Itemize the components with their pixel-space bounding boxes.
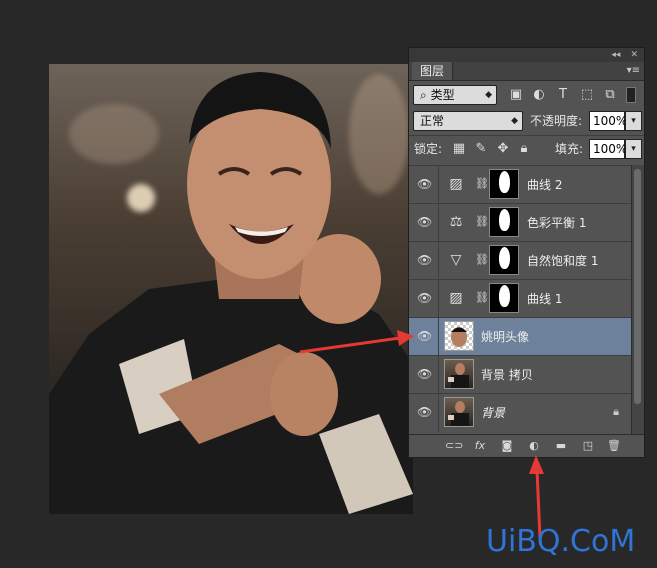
fill-label: 填充:: [555, 142, 584, 156]
link-icon[interactable]: ⛓︎: [475, 214, 489, 230]
layer-row[interactable]: 👁︎ ▨ ⛓︎ 曲线 1: [409, 279, 634, 318]
layers-list: 👁︎ ▨ ⛓︎ 曲线 2 👁︎ ⚖︎ ⛓︎ 色彩平衡 1 👁︎ ▽ ⛓︎ 自然饱…: [409, 165, 634, 435]
scrollbar-thumb[interactable]: [634, 169, 641, 404]
fill-dropdown-button[interactable]: ▾: [625, 139, 642, 159]
layer-row[interactable]: 👁︎ 背景 拷贝: [409, 355, 634, 394]
chevron-updown-icon: ◆: [511, 116, 518, 126]
filter-row: ⌕ 类型 ◆ ▣ ◐ T ⬚ ⧉: [409, 82, 644, 106]
link-icon[interactable]: ⛓︎: [475, 176, 489, 192]
eye-icon[interactable]: 👁︎: [417, 405, 432, 419]
photo-canvas: [49, 64, 413, 514]
layer-row-selected[interactable]: 👁︎ 姚明头像: [409, 317, 634, 356]
layer-mask-thumbnail[interactable]: [489, 283, 519, 313]
link-icon[interactable]: ⛓︎: [475, 290, 489, 306]
divider: [438, 356, 439, 394]
panel-menu-icon[interactable]: ▾≡: [627, 65, 640, 76]
chevron-updown-icon: ◆: [485, 90, 492, 100]
filter-kind-value: 类型: [430, 88, 455, 102]
balance-icon: ⚖︎: [449, 214, 463, 230]
divider: [438, 166, 439, 204]
lock-label: 锁定:: [414, 142, 443, 156]
fill-input[interactable]: 100%: [589, 139, 627, 159]
layer-name[interactable]: 曲线 2: [527, 166, 562, 204]
layer-mask-thumbnail[interactable]: [489, 245, 519, 275]
lock-all-icon[interactable]: 🔒︎: [516, 141, 532, 157]
fx-icon[interactable]: fx: [472, 438, 488, 454]
layer-name[interactable]: 色彩平衡 1: [527, 204, 586, 242]
divider: [438, 318, 439, 356]
add-mask-icon[interactable]: ◙: [499, 438, 515, 454]
layer-mask-thumbnail[interactable]: [489, 169, 519, 199]
tab-layers[interactable]: 图层: [412, 62, 454, 80]
opacity-label: 不透明度:: [530, 114, 583, 128]
divider: [438, 394, 439, 432]
eye-icon[interactable]: 👁︎: [417, 215, 432, 229]
link-icon[interactable]: ⛓︎: [475, 252, 489, 268]
divider: [438, 242, 439, 280]
portrait-figure: [49, 72, 413, 514]
search-icon: ⌕: [420, 88, 427, 102]
blend-row: 正常 ◆ 不透明度: 100% ▾: [409, 108, 644, 132]
eye-icon[interactable]: 👁︎: [417, 329, 432, 343]
filter-toggle-switch[interactable]: [626, 87, 636, 103]
new-layer-icon[interactable]: ◳: [580, 438, 596, 454]
layers-scrollbar[interactable]: [631, 165, 644, 435]
collapse-icon[interactable]: ◂◂: [611, 50, 620, 60]
layer-thumbnail[interactable]: [444, 359, 474, 389]
layer-thumbnail[interactable]: [444, 321, 474, 351]
lock-position-icon[interactable]: ✥: [495, 141, 511, 157]
new-group-icon[interactable]: ▬: [553, 438, 569, 454]
lock-transparent-icon[interactable]: ▦: [451, 141, 467, 157]
eye-icon[interactable]: 👁︎: [417, 177, 432, 191]
opacity-input[interactable]: 100%: [589, 111, 627, 131]
blend-mode-value: 正常: [420, 114, 445, 128]
layer-row[interactable]: 👁︎ 背景 🔒︎: [409, 393, 634, 433]
layer-name[interactable]: 自然饱和度 1: [527, 242, 598, 280]
layers-panel: ◂◂ ✕ 图层 ▾≡ ⌕ 类型 ◆ ▣ ◐ T ⬚ ⧉ 正常 ◆ 不透明度: 1…: [408, 47, 645, 458]
lock-row: 锁定: ▦ ✎ ✥ 🔒︎ 填充: 100% ▾: [409, 135, 644, 162]
divider: [438, 204, 439, 242]
eye-icon[interactable]: 👁︎: [417, 253, 432, 267]
divider: [438, 280, 439, 318]
blend-mode-select[interactable]: 正常 ◆: [413, 111, 523, 131]
vibrance-icon: ▽: [450, 252, 462, 268]
layer-name[interactable]: 曲线 1: [527, 280, 562, 318]
lock-image-icon[interactable]: ✎: [473, 141, 489, 157]
trash-icon[interactable]: 🗑︎: [606, 438, 622, 454]
close-icon[interactable]: ✕: [630, 50, 638, 60]
curves-icon: ▨: [449, 176, 463, 192]
filter-smartobject-icon[interactable]: ⧉: [602, 87, 618, 103]
filter-adjustment-icon[interactable]: ◐: [531, 87, 547, 103]
curves-icon: ▨: [449, 290, 463, 306]
layer-row[interactable]: 👁︎ ▽ ⛓︎ 自然饱和度 1: [409, 241, 634, 280]
opacity-dropdown-button[interactable]: ▾: [625, 111, 642, 131]
head-thumbnail-image: [451, 327, 467, 347]
photo-thumbnail-image: [448, 401, 469, 426]
layer-name[interactable]: 姚明头像: [481, 318, 529, 356]
layer-mask-thumbnail[interactable]: [489, 207, 519, 237]
photo-thumbnail-image: [448, 363, 469, 388]
watermark-text: UiBQ.CoM: [486, 524, 636, 559]
layer-name[interactable]: 背景: [481, 394, 505, 432]
panel-bottom-bar: ⊂⊃ fx ◙ ◐ ▬ ◳ 🗑︎: [409, 434, 644, 457]
layer-row[interactable]: 👁︎ ▨ ⛓︎ 曲线 2: [409, 165, 634, 204]
lock-icon: 🔒︎: [613, 405, 619, 418]
link-layers-icon[interactable]: ⊂⊃: [445, 438, 463, 454]
filter-type-icon[interactable]: T: [555, 87, 571, 103]
filter-shape-icon[interactable]: ⬚: [579, 87, 595, 103]
filter-kind-select[interactable]: ⌕ 类型 ◆: [413, 85, 497, 105]
eye-icon[interactable]: 👁︎: [417, 291, 432, 305]
eye-icon[interactable]: 👁︎: [417, 367, 432, 381]
new-adjustment-icon[interactable]: ◐: [526, 438, 542, 454]
layer-name[interactable]: 背景 拷贝: [481, 356, 533, 394]
panel-titlebar: ◂◂ ✕: [409, 48, 644, 62]
filter-pixel-icon[interactable]: ▣: [508, 87, 524, 103]
panel-tab-row: 图层 ▾≡: [409, 62, 644, 81]
layer-row[interactable]: 👁︎ ⚖︎ ⛓︎ 色彩平衡 1: [409, 203, 634, 242]
layer-thumbnail[interactable]: [444, 397, 474, 427]
